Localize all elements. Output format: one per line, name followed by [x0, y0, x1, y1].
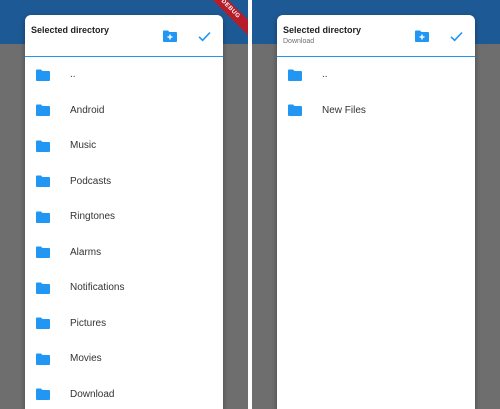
folder-list: .. New Files: [277, 57, 475, 128]
folder-row[interactable]: Movies: [25, 341, 223, 377]
dialog-subtitle: Download: [283, 38, 315, 45]
dialog-title: Selected directory: [283, 25, 362, 35]
create-new-folder-icon: [415, 30, 429, 42]
folder-name: Download: [70, 388, 115, 400]
dialog-title: Selected directory: [31, 25, 110, 35]
folder-icon: [36, 211, 50, 223]
confirm-button[interactable]: [195, 27, 213, 45]
new-folder-button[interactable]: [161, 27, 179, 45]
folder-list: .. Android Music Podcasts Ringtones Alar…: [25, 57, 223, 409]
directory-picker-dialog: Selected directory .. Android Music Podc…: [25, 15, 223, 409]
create-new-folder-icon: [163, 30, 177, 42]
dialog-header: Selected directory Download: [277, 15, 475, 57]
confirm-button[interactable]: [447, 27, 465, 45]
folder-row[interactable]: Android: [25, 93, 223, 129]
folder-icon: [36, 175, 50, 188]
folder-name: Movies: [70, 353, 102, 365]
directory-picker-dialog: Selected directory Download .. New Files: [277, 15, 475, 409]
folder-row[interactable]: Music: [25, 128, 223, 164]
folder-row[interactable]: Alarms: [25, 235, 223, 271]
folder-icon: [36, 317, 50, 330]
folder-row[interactable]: New Files: [277, 93, 475, 129]
folder-name: ..: [322, 69, 328, 81]
folder-row[interactable]: ..: [277, 57, 475, 93]
folder-name: Alarms: [70, 246, 102, 258]
folder-name: Podcasts: [70, 175, 112, 187]
folder-icon: [36, 353, 50, 365]
folder-row[interactable]: ..: [25, 57, 223, 93]
folder-icon: [36, 69, 50, 81]
folder-icon: [36, 140, 50, 152]
new-folder-button[interactable]: [413, 27, 431, 45]
folder-row[interactable]: Download: [25, 377, 223, 409]
folder-icon: [288, 104, 302, 117]
right-screen: Selected directory Download .. New Files: [252, 0, 500, 409]
folder-icon: [36, 282, 50, 294]
folder-name: Notifications: [70, 282, 125, 294]
check-icon: [197, 31, 211, 41]
folder-name: Android: [70, 104, 105, 116]
left-screen: DEBUG Selected directory .. Android Musi…: [0, 0, 248, 409]
folder-row[interactable]: Podcasts: [25, 164, 223, 200]
folder-name: ..: [70, 69, 76, 81]
folder-icon: [36, 388, 50, 401]
folder-name: New Files: [322, 104, 366, 116]
folder-row[interactable]: Ringtones: [25, 199, 223, 235]
folder-icon: [288, 69, 302, 81]
folder-icon: [36, 104, 50, 117]
folder-name: Ringtones: [70, 211, 116, 223]
check-icon: [449, 31, 463, 41]
dialog-header: Selected directory: [25, 15, 223, 57]
folder-name: Pictures: [70, 317, 107, 329]
folder-row[interactable]: Notifications: [25, 270, 223, 306]
folder-name: Music: [70, 140, 97, 152]
folder-row[interactable]: Pictures: [25, 306, 223, 342]
folder-icon: [36, 246, 50, 259]
